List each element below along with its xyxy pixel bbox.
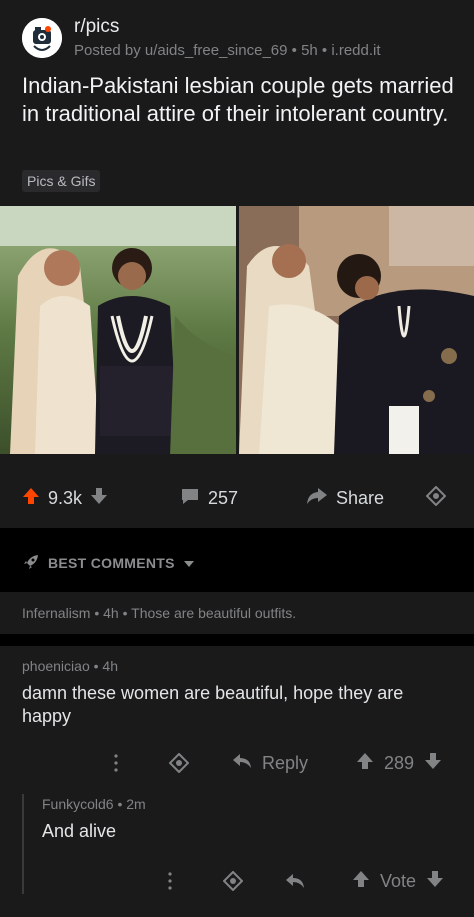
comments-button[interactable]: 257 xyxy=(180,480,238,516)
award-icon[interactable] xyxy=(168,752,190,774)
comment-meta[interactable]: phoeniciao • 4h xyxy=(22,658,118,674)
post-actions: 9.3k 257 Share xyxy=(0,480,474,516)
downvote-icon[interactable] xyxy=(424,752,442,775)
upvote-icon[interactable] xyxy=(22,487,40,510)
share-button[interactable]: Share xyxy=(306,480,384,516)
upvote-icon[interactable] xyxy=(352,870,370,893)
reply-vote-controls: Vote xyxy=(352,870,444,892)
upvote-icon[interactable] xyxy=(356,752,374,775)
share-icon xyxy=(306,487,328,510)
share-label: Share xyxy=(336,487,385,508)
vote-controls: 9.3k xyxy=(22,480,108,516)
downvote-icon[interactable] xyxy=(90,487,108,510)
subreddit-avatar[interactable] xyxy=(22,18,62,58)
comment-body: damn these women are beautiful, hope the… xyxy=(22,683,404,726)
post-title[interactable]: Indian-Pakistani lesbian couple gets mar… xyxy=(22,72,462,128)
chevron-down-icon xyxy=(183,555,195,571)
post-image[interactable] xyxy=(0,206,474,454)
comment-count: 257 xyxy=(208,487,239,508)
reply-more-options-icon[interactable] xyxy=(162,870,178,892)
award-button[interactable] xyxy=(425,480,447,516)
comment-score: 289 xyxy=(384,752,415,773)
post-flair[interactable]: Pics & Gifs xyxy=(22,170,101,192)
reply-label: Reply xyxy=(262,752,309,773)
reply-icon xyxy=(232,753,252,774)
post-meta[interactable]: Posted by u/aids_free_since_69 • 5h • i.… xyxy=(74,42,381,59)
reply-meta[interactable]: Funkycold6 • 2m xyxy=(42,796,146,812)
collapsed-comment-text: Infernalism • 4h • Those are beautiful o… xyxy=(22,605,297,621)
vote-count: 9.3k xyxy=(48,487,83,508)
collapsed-comment[interactable]: Infernalism • 4h • Those are beautiful o… xyxy=(0,592,474,634)
downvote-icon[interactable] xyxy=(426,870,444,893)
subreddit-name[interactable]: r/pics xyxy=(74,16,119,38)
comment-sort-button[interactable]: BEST COMMENTS xyxy=(0,546,474,580)
post-header: r/pics Posted by u/aids_free_since_69 • … xyxy=(22,16,462,62)
reply-reply-icon[interactable] xyxy=(284,870,306,892)
sort-label: BEST COMMENTS xyxy=(48,555,175,571)
reply-award-icon[interactable] xyxy=(222,870,244,892)
post-card: r/pics Posted by u/aids_free_since_69 • … xyxy=(0,0,474,528)
comment-vote-controls: 289 xyxy=(356,752,442,774)
wedding-photo-right xyxy=(238,206,474,454)
reply-button[interactable]: Reply xyxy=(232,752,308,774)
comment-icon xyxy=(180,487,200,510)
wedding-photo-left xyxy=(0,206,236,454)
thread-line[interactable] xyxy=(22,794,24,894)
vote-label: Vote xyxy=(380,870,417,891)
rocket-icon xyxy=(22,553,40,574)
comment-thread: phoeniciao • 4h damn these women are bea… xyxy=(0,646,474,917)
award-icon xyxy=(425,485,447,511)
reply-body: And alive xyxy=(42,821,117,841)
more-options-icon[interactable] xyxy=(108,752,124,774)
